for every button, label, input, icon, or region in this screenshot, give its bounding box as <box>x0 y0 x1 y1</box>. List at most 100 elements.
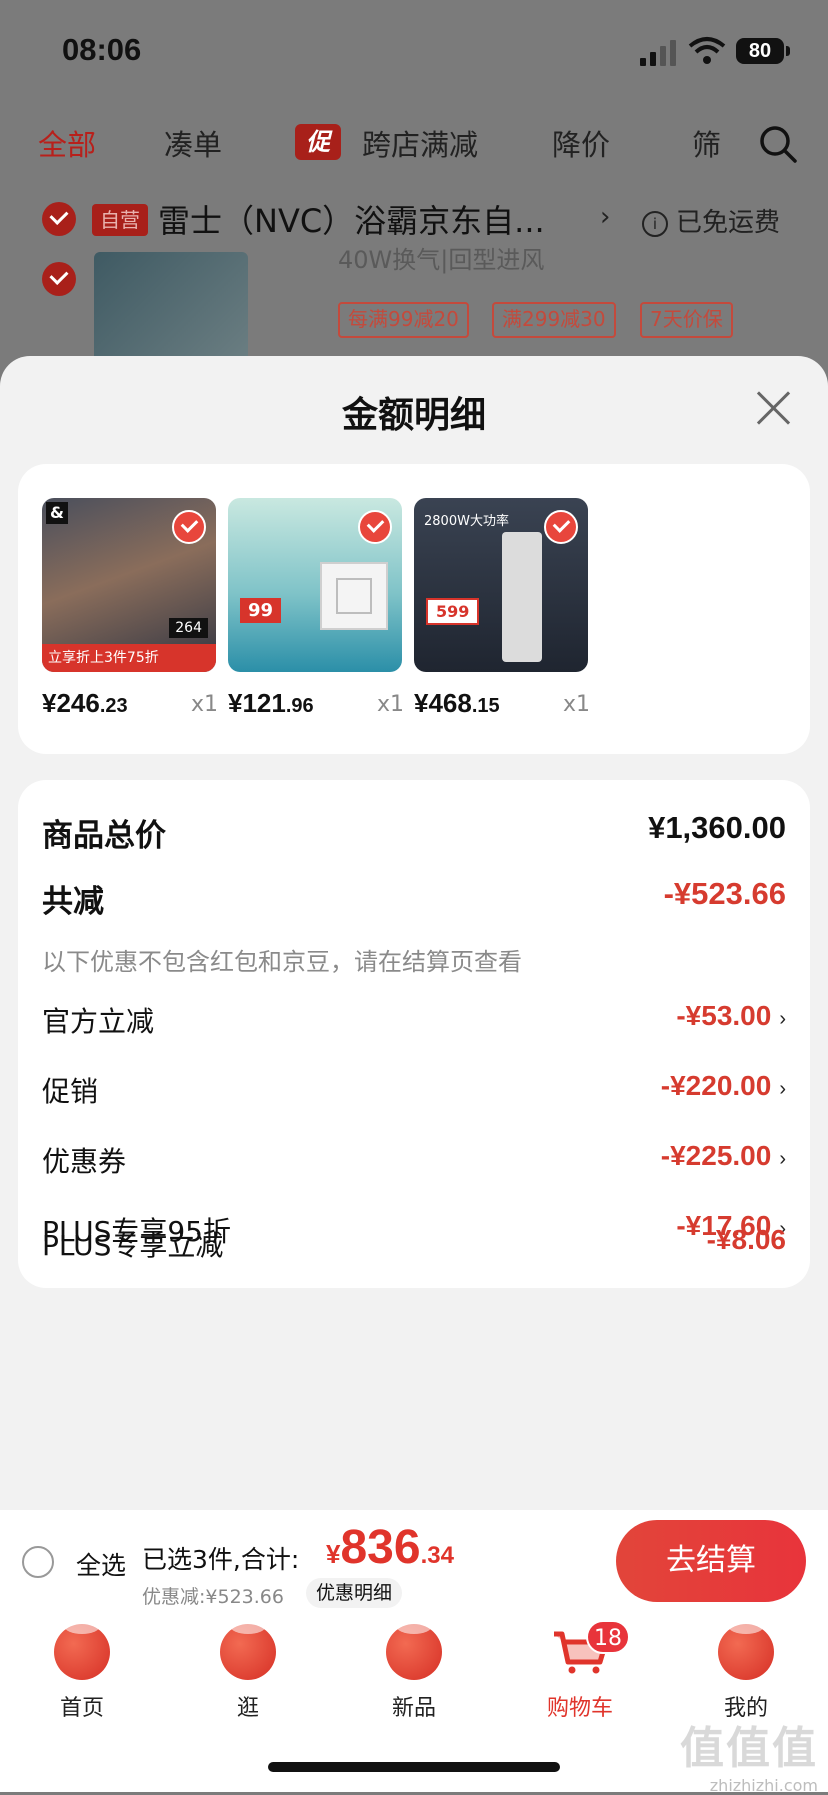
discount-row[interactable]: 促销 -¥220.00 › <box>42 1070 786 1120</box>
battery-icon: 80 <box>736 38 790 64</box>
total-price-value: ¥1,360.00 <box>648 810 786 845</box>
reduction-note: 以下优惠不包含红包和京豆，请在结算页查看 <box>42 948 522 976</box>
price-int: ¥468 <box>414 688 472 718</box>
free-shipping-label: i 已免运费 <box>642 202 780 239</box>
total-dec: .34 <box>420 1542 454 1569</box>
checkout-bar: 全选 已选3件,合计: ¥836.34 优惠减:¥523.66 优惠明细 去结算 <box>0 1510 828 1612</box>
product-headline: 2800W大功率 <box>424 514 509 529</box>
product-promo-strip: 立享折上3件75折 <box>42 644 216 672</box>
discount-value: -¥220.00 › <box>661 1070 786 1102</box>
discount-detail-link[interactable]: 优惠明细 <box>306 1578 403 1608</box>
product-qty: x1 <box>376 692 404 717</box>
discount-summary: 优惠减:¥523.66 <box>142 1586 284 1608</box>
products-card: & 264 立享折上3件75折 ¥246.23 x1 99 ¥121.96 x1… <box>18 464 810 754</box>
search-icon[interactable] <box>758 124 798 164</box>
profile-icon <box>718 1618 774 1680</box>
currency-symbol: ¥ <box>326 1539 341 1569</box>
total-reduction-label: 共减 <box>42 884 104 920</box>
tab-cross-store[interactable]: 跨店满减 <box>362 122 478 164</box>
watermark: 值值值 zhizhizhi.com <box>680 1712 818 1795</box>
background-item-tag: 每满99减20 <box>338 302 469 338</box>
tab-label: 购物车 <box>546 1696 613 1721</box>
self-operated-badge: 自营 <box>92 204 148 236</box>
background-item-spec: 40W换气|回型进风 <box>338 246 545 274</box>
discount-value: -¥53.00 › <box>676 1000 786 1032</box>
tab-browse[interactable]: 逛 <box>188 1618 308 1734</box>
product-count: 264 <box>169 618 208 638</box>
brand-logo: & <box>46 502 68 524</box>
product-image: & 264 立享折上3件75折 <box>42 498 216 672</box>
product-image: 99 <box>228 498 402 672</box>
checkout-button[interactable]: 去结算 <box>616 1520 806 1602</box>
browse-icon <box>220 1618 276 1680</box>
wifi-icon <box>688 37 726 64</box>
background-item-tag: 满299减30 <box>492 302 616 338</box>
chevron-down-icon: › <box>779 1008 786 1030</box>
select-all-label[interactable]: 全选 <box>76 1546 126 1582</box>
discount-row: PLUS专享立减 -¥8.06 <box>42 1224 786 1274</box>
price-int: ¥246 <box>42 688 100 718</box>
total-price-label: 商品总价 <box>42 818 166 854</box>
chevron-down-icon: › <box>779 1148 786 1170</box>
discount-amount: -¥53.00 <box>676 1000 772 1031</box>
tab-bundle[interactable]: 凑单 <box>164 122 222 164</box>
close-button[interactable] <box>752 386 796 430</box>
status-time: 08:06 <box>62 32 142 67</box>
discount-value: -¥8.06 <box>706 1224 786 1255</box>
tab-cart[interactable]: 18 购物车 <box>520 1620 640 1734</box>
product-price: ¥246.23 <box>42 688 128 719</box>
tab-home[interactable]: 首页 <box>22 1618 142 1734</box>
item-checkbox[interactable] <box>42 262 76 296</box>
product-promo-price: 599 <box>426 598 480 625</box>
new-products-icon <box>386 1618 442 1680</box>
tab-price-drop[interactable]: 降价 <box>552 122 610 164</box>
discount-label: 优惠券 <box>42 1145 127 1178</box>
filter-tabs: 全部 凑单 促 跨店满减 降价 筛 <box>0 110 828 180</box>
discount-row[interactable]: 官方立减 -¥53.00 › <box>42 1000 786 1050</box>
total-reduction-row: 共减 -¥523.66 <box>42 876 786 926</box>
discount-label: 促销 <box>42 1075 99 1108</box>
tab-all[interactable]: 全部 <box>38 122 96 164</box>
tab-label: 逛 <box>236 1696 259 1721</box>
shop-checkbox[interactable] <box>42 202 76 236</box>
tab-new[interactable]: 新品 <box>354 1618 474 1734</box>
price-dec: .15 <box>471 695 500 717</box>
info-icon: i <box>642 211 668 237</box>
product-qty: x1 <box>190 692 218 717</box>
product-checked-icon <box>544 510 578 544</box>
product-checked-icon <box>358 510 392 544</box>
total-price-row: 商品总价 ¥1,360.00 <box>42 810 786 860</box>
chevron-down-icon: › <box>779 1078 786 1100</box>
shop-name[interactable]: 雷士（NVC）浴霸京东自... <box>158 196 545 242</box>
tab-filter[interactable]: 筛 <box>692 122 721 164</box>
tab-label: 新品 <box>391 1696 436 1721</box>
product-price: ¥468.15 <box>414 688 500 719</box>
promo-badge: 促 <box>295 124 341 160</box>
background-item-tag: 7天价保 <box>640 302 733 338</box>
product-checked-icon <box>172 510 206 544</box>
discount-amount: -¥225.00 <box>660 1140 772 1171</box>
discount-label: PLUS专享立减 <box>42 1229 224 1262</box>
home-indicator[interactable] <box>268 1762 560 1772</box>
select-all-radio[interactable] <box>22 1546 54 1578</box>
tab-bar: 首页 逛 新品 18 购物车 我的 值值值 zhizhizhi.com <box>0 1612 828 1795</box>
price-summary-card: 商品总价 ¥1,360.00 共减 -¥523.66 以下优惠不包含红包和京豆，… <box>18 780 810 1288</box>
home-icon <box>54 1618 110 1680</box>
status-bar: 08:06 80 <box>0 0 828 100</box>
cart-count-badge: 18 <box>586 1620 630 1654</box>
product-panel-shape <box>320 562 388 630</box>
price-dec: .23 <box>99 695 128 717</box>
product-promo-price: 99 <box>240 598 282 623</box>
discount-value: -¥225.00 › <box>661 1140 786 1172</box>
selected-count-text: 已选3件,合计: <box>142 1545 300 1574</box>
sheet-title: 金额明细 <box>341 395 486 436</box>
discount-amount: -¥220.00 <box>660 1070 772 1101</box>
total-int: 836 <box>340 1521 421 1574</box>
background-item-thumbnail <box>94 252 248 362</box>
product-heater-shape <box>502 532 542 662</box>
free-shipping-text: 已免运费 <box>676 208 781 238</box>
discount-row[interactable]: 优惠券 -¥225.00 › <box>42 1140 786 1190</box>
watermark-site: zhizhizhi.com <box>709 1776 818 1795</box>
price-dec: .96 <box>285 695 314 717</box>
product-image: 2800W大功率 599 <box>414 498 588 672</box>
